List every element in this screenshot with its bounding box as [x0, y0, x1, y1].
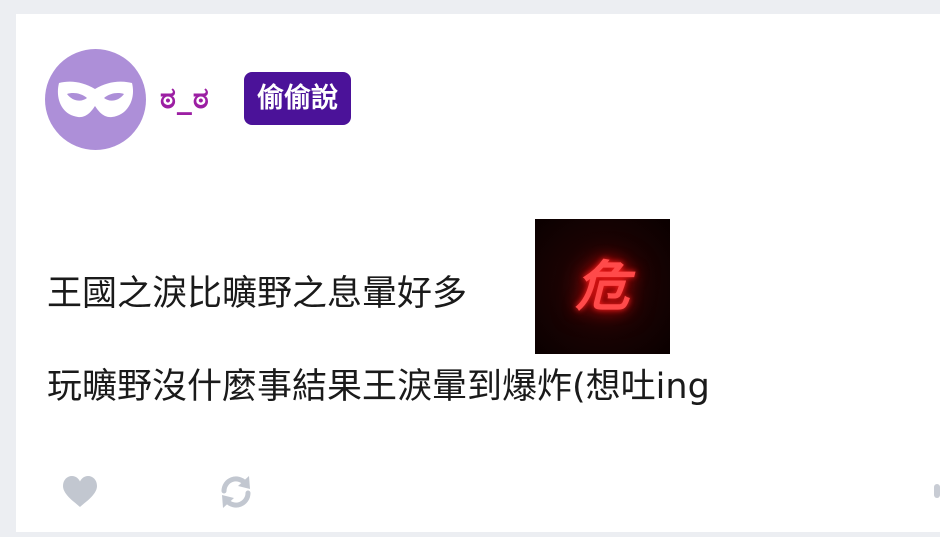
- like-button[interactable]: [61, 474, 99, 510]
- username[interactable]: ಠ_ಠ: [160, 82, 210, 116]
- more-options-icon[interactable]: [934, 484, 940, 498]
- post-text-line-2: 玩曠野沒什麼事結果王淚暈到爆炸(想吐ing: [47, 367, 710, 407]
- post-text-line-1: 王國之淚比曠野之息暈好多: [47, 274, 468, 314]
- anonymous-badge: 偷偷說: [244, 72, 351, 125]
- post-card: ಠ_ಠ 偷偷說 王國之淚比曠野之息暈好多 危 玩曠野沒什麼事結果王淚暈到爆炸(想…: [16, 14, 940, 532]
- avatar[interactable]: [45, 49, 146, 150]
- heart-icon: [63, 476, 97, 507]
- repost-button[interactable]: [216, 472, 256, 512]
- sticker-glyph: 危: [575, 254, 630, 318]
- danger-sticker: 危: [535, 219, 670, 354]
- refresh-icon: [221, 476, 251, 508]
- mask-icon: [57, 81, 134, 118]
